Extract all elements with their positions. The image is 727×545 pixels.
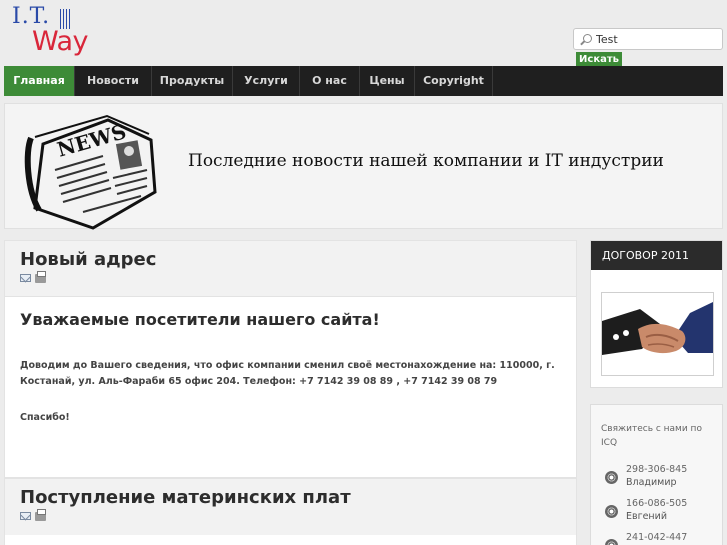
email-icon[interactable] [20,274,31,282]
search-box [573,28,723,50]
nav-item-copyright[interactable]: Copyright [415,66,493,96]
handshake-image[interactable] [601,292,714,376]
article-title[interactable]: Новый адрес [20,249,156,270]
print-icon[interactable] [35,271,46,283]
print-icon[interactable] [35,509,46,521]
icq-number: 241-042-447 [626,532,688,543]
article-title[interactable]: Поступление материнских плат [20,487,351,508]
icq-title: Свяжитесь с нами по ICQ [601,424,702,448]
icq-contact[interactable]: 298-306-845 Владимир [605,464,715,492]
article-motherboards: Поступление материнских плат [4,478,577,545]
dogovor-block: ДОГОВОР 2011 [590,240,723,388]
nav-item-prices[interactable]: Цены [360,66,415,96]
icq-flower-icon [605,505,618,518]
article-paragraph: Доводим до Вашего сведения, что офис ком… [20,360,555,387]
news-banner: NEWS Последние новости нашей компании и … [4,103,723,230]
nav-item-about[interactable]: О нас [300,66,360,96]
search-input[interactable] [596,31,718,47]
logo-line2: Way [32,26,89,57]
newspaper-icon: NEWS [24,114,157,230]
banner-slogan: Последние новости нашей компании и IT ин… [188,151,664,171]
icq-contact[interactable]: 241-042-447 [605,532,715,545]
dogovor-title: ДОГОВОР 2011 [591,241,722,270]
nav-item-services[interactable]: Услуги [233,66,300,96]
icq-flower-icon [605,539,618,545]
article-header: Новый адрес [5,241,576,297]
site-logo[interactable]: I.T. Way [12,4,102,60]
search-icon [583,34,592,43]
icq-name: Евгений [626,511,667,522]
article-thanks: Спасибо! [20,412,70,423]
header: I.T. Way Искать [0,0,727,67]
main-nav: Главная Новости Продукты Услуги О нас Це… [4,66,723,96]
nav-item-home[interactable]: Главная [4,66,75,96]
icq-flower-icon [605,471,618,484]
article-header: Поступление материнских плат [5,479,576,535]
nav-item-news[interactable]: Новости [75,66,152,96]
icq-contact[interactable]: 166-086-505 Евгений [605,498,715,526]
article-subtitle: Уважаемые посетители нашего сайта! [20,310,380,329]
article-tools [20,509,46,521]
icq-name: Владимир [626,477,677,488]
article-new-address: Новый адрес Уважаемые посетители нашего … [4,240,577,478]
icq-number: 166-086-505 [626,498,688,509]
article-tools [20,271,46,283]
email-icon[interactable] [20,512,31,520]
search-button[interactable]: Искать [576,52,622,67]
icq-block: Свяжитесь с нами по ICQ 298-306-845 Влад… [590,404,723,545]
nav-item-products[interactable]: Продукты [152,66,233,96]
article-body: Уважаемые посетители нашего сайта! Довод… [5,310,576,426]
icq-number: 298-306-845 [626,464,688,475]
